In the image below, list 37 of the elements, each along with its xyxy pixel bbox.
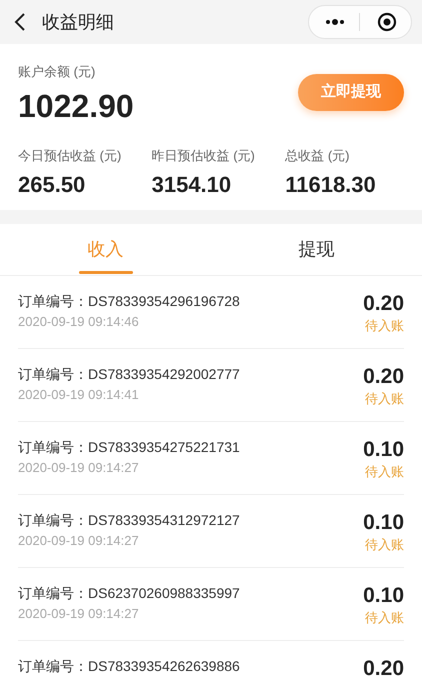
order-number: 订单编号：DS78339354296196728	[18, 292, 240, 310]
back-icon[interactable]	[14, 12, 26, 32]
amount: 0.10	[363, 511, 404, 535]
order-number: 订单编号：DS62370260988335997	[18, 584, 240, 602]
stat-value: 11618.30	[285, 172, 377, 198]
status-label: 待入账	[365, 464, 404, 480]
amount: 0.10	[363, 584, 404, 608]
page-title: 收益明细	[42, 10, 114, 34]
status-label: 待入账	[365, 318, 404, 334]
more-icon[interactable]	[325, 19, 345, 25]
amount: 0.10	[363, 438, 404, 462]
balance-value: 1022.90	[18, 87, 134, 126]
stat-label: 总收益 (元)	[285, 148, 350, 164]
close-icon[interactable]	[377, 12, 397, 32]
stat-label: 今日预估收益 (元)	[18, 148, 122, 164]
tab[interactable]: 收入	[0, 224, 211, 275]
order-number: 订单编号：DS78339354292002777	[18, 365, 240, 383]
order-time: 2020-09-19 09:14:27	[18, 533, 140, 549]
status-label: 待入账	[365, 537, 404, 553]
balance-label: 账户余额 (元)	[18, 64, 96, 80]
order-number: 订单编号：DS78339354262639886	[18, 657, 240, 675]
order-time: 2020-09-19 09:14:46	[18, 314, 140, 330]
stat-value: 3154.10	[152, 172, 232, 198]
order-number: 订单编号：DS78339354275221731	[18, 438, 240, 456]
stat-label: 昨日预估收益 (元)	[152, 148, 256, 164]
order-time: 2020-09-19 09:14:27	[18, 606, 140, 622]
order-time: 2020-09-19 09:14:41	[18, 387, 140, 403]
withdraw-button[interactable]: 立即提现	[298, 74, 404, 111]
order-number: 订单编号：DS78339354312972127	[18, 511, 240, 529]
amount: 0.20	[363, 365, 404, 389]
amount: 0.20	[363, 292, 404, 316]
order-time: 2020-09-19 09:14:27	[18, 460, 140, 476]
stat-value: 265.50	[18, 172, 86, 198]
status-label: 待入账	[365, 610, 404, 626]
tab[interactable]: 提现	[211, 224, 422, 275]
status-label: 待入账	[365, 391, 404, 407]
amount: 0.20	[363, 657, 404, 681]
